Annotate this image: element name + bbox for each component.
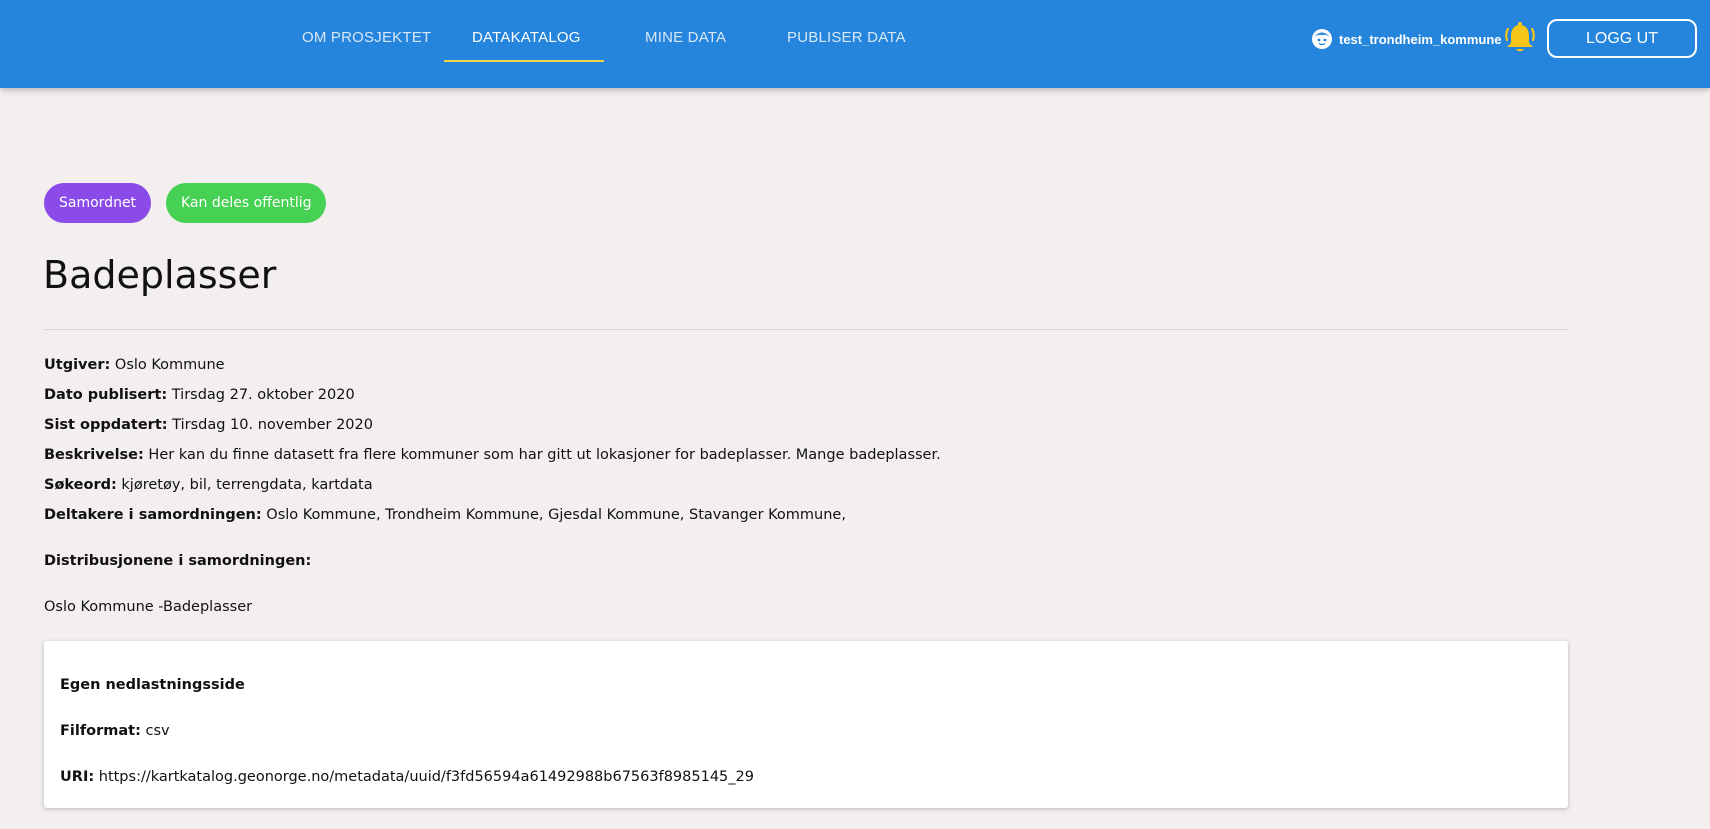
field-sokeord: Søkeord: kjøretøy, bil, terrengdata, kar… — [44, 477, 373, 493]
field-label: Deltakere i samordningen: — [44, 507, 262, 523]
field-deltakere: Deltakere i samordningen: Oslo Kommune, … — [44, 507, 846, 523]
distribution-title: Egen nedlastningsside — [60, 677, 245, 693]
field-sist-oppdatert: Sist oppdatert: Tirsdag 10. november 202… — [44, 417, 373, 433]
field-dato-publisert: Dato publisert: Tirsdag 27. oktober 2020 — [44, 387, 355, 403]
nav-mine-data[interactable]: MINE DATA — [645, 29, 726, 51]
dataset-tags: Samordnet Kan deles offentlig — [44, 183, 327, 223]
user-face-icon — [1311, 28, 1333, 50]
bell-icon[interactable] — [1503, 20, 1537, 56]
dataset-title: Badeplasser — [43, 253, 277, 297]
distributions-heading: Distribusjonene i samordningen: — [44, 553, 311, 569]
field-value: Oslo Kommune — [114, 357, 225, 373]
uri-link[interactable]: https://kartkatalog.geonorge.no/metadata… — [99, 769, 754, 785]
field-value: Her kan du finne datasett fra flere komm… — [148, 447, 941, 463]
distribution-title-text: Egen nedlastningsside — [60, 677, 245, 693]
distributions-heading-text: Distribusjonene i samordningen: — [44, 553, 312, 569]
distribution-format: Filformat: csv — [60, 723, 170, 739]
format-value: csv — [145, 723, 170, 739]
field-value: kjøretøy, bil, terrengdata, kartdata — [121, 477, 373, 493]
field-label: Dato publisert: — [44, 387, 168, 403]
active-nav-indicator — [444, 60, 604, 62]
nav-om-prosjektet[interactable]: OM PROSJEKTET — [302, 29, 431, 51]
field-label: Beskrivelse: — [44, 447, 144, 463]
username: test_trondheim_kommune — [1339, 31, 1502, 47]
nav-publiser-data[interactable]: PUBLISER DATA — [787, 29, 906, 51]
distribution-owner: Oslo Kommune -Badeplasser — [44, 599, 253, 615]
nav-datakatalog[interactable]: DATAKATALOG — [472, 29, 581, 51]
field-value: Tirsdag 27. oktober 2020 — [171, 387, 355, 403]
distribution-card: Egen nedlastningsside Filformat: csv URI… — [44, 641, 1568, 808]
logout-button[interactable]: LOGG UT — [1547, 19, 1697, 58]
field-value: Oslo Kommune, Trondheim Kommune, Gjesdal… — [266, 507, 846, 523]
field-value: Tirsdag 10. november 2020 — [172, 417, 373, 433]
top-navigation-bar: OM PROSJEKTET DATAKATALOG MINE DATA PUBL… — [0, 0, 1710, 88]
field-label: Søkeord: — [44, 477, 117, 493]
field-label: Utgiver: — [44, 357, 111, 373]
tag-samordnet: Samordnet — [44, 183, 152, 223]
format-label: Filformat: — [60, 723, 141, 739]
title-divider — [44, 329, 1568, 330]
field-label: Sist oppdatert: — [44, 417, 168, 433]
field-utgiver: Utgiver: Oslo Kommune — [44, 357, 225, 373]
user-menu[interactable]: test_trondheim_kommune — [1311, 27, 1502, 51]
distribution-uri: URI: https://kartkatalog.geonorge.no/met… — [60, 769, 754, 785]
uri-label: URI: — [60, 769, 95, 785]
field-beskrivelse: Beskrivelse: Her kan du finne datasett f… — [44, 447, 941, 463]
tag-kan-deles-offentlig: Kan deles offentlig — [166, 183, 327, 223]
